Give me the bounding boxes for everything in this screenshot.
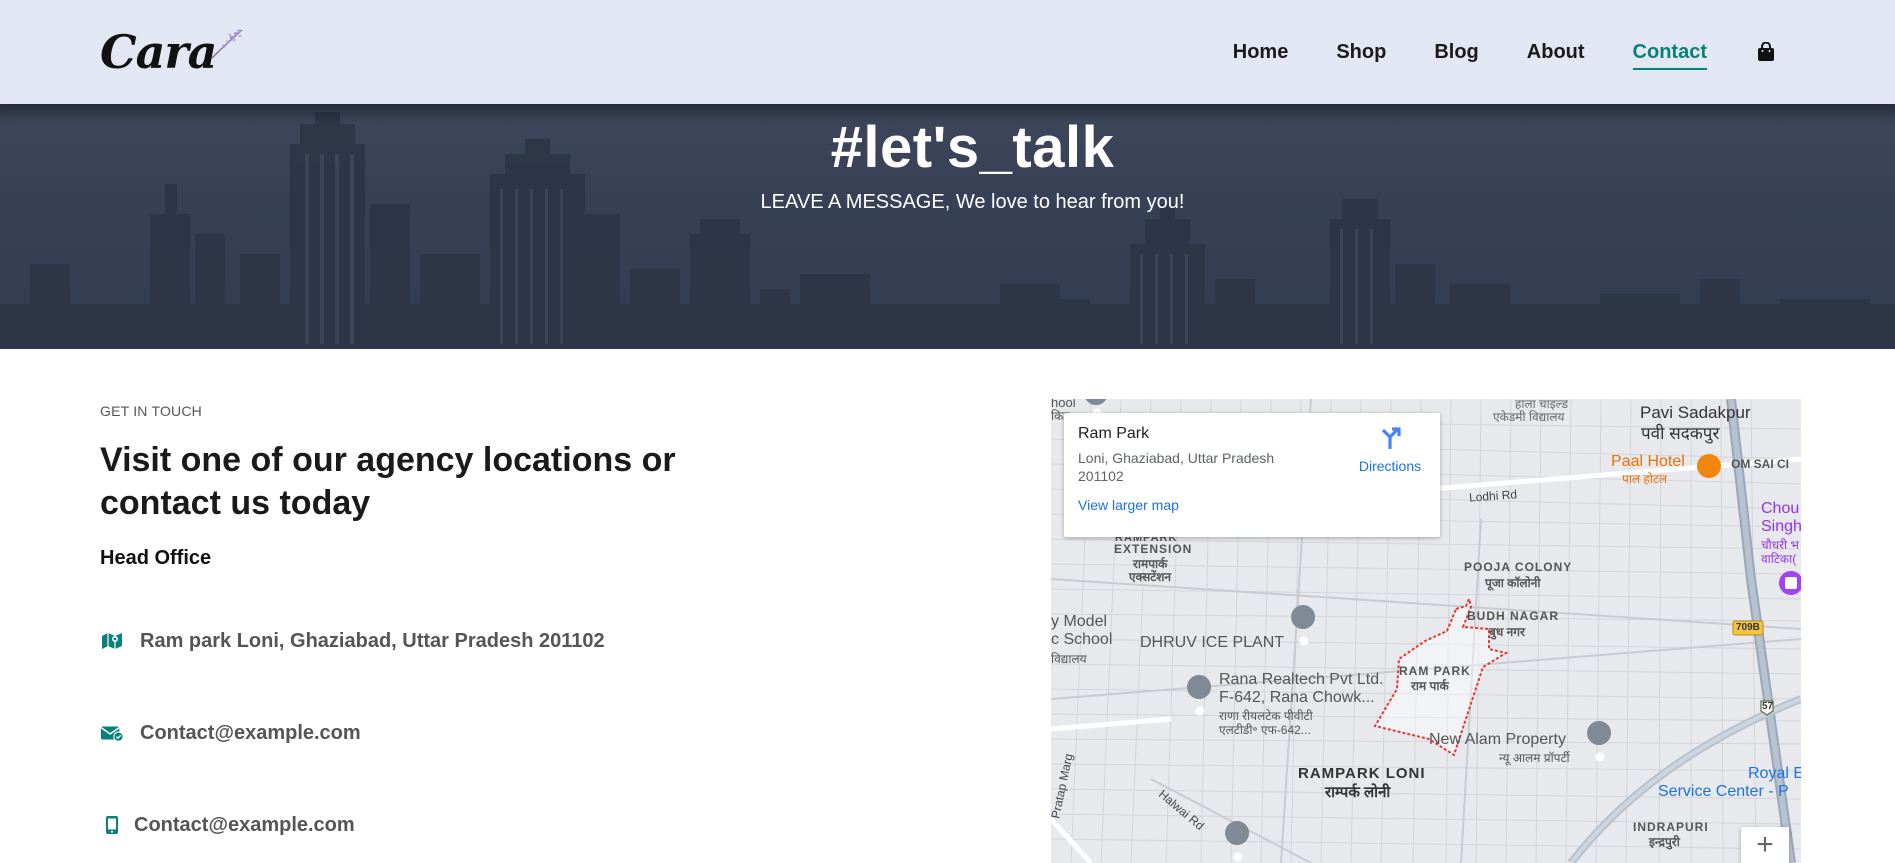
map-icon xyxy=(100,629,124,653)
nav-contact-link[interactable]: Contact xyxy=(1609,41,1731,70)
head-office-heading: Head Office xyxy=(100,547,212,569)
map-label-paal-hi: पाल होटल xyxy=(1622,472,1668,486)
map-label-indrapuri-hi: इन्द्रपुरी xyxy=(1649,835,1680,849)
shopping-bag-icon xyxy=(1758,42,1774,61)
place-info-card: Ram Park Loni, Ghaziabad, Uttar Pradesh … xyxy=(1064,413,1440,537)
map-label-rampark-hi: राम पार्क xyxy=(1411,679,1449,693)
map-label-pavi-en: Pavi Sadakpur xyxy=(1640,403,1751,422)
map-label-ext-hi-2: एक्सटेंशन xyxy=(1129,570,1172,584)
get-in-touch-label: GET IN TOUCH xyxy=(100,403,202,419)
map-label-pooja-en: POOJA COLONY xyxy=(1464,560,1573,574)
map-label-school-3: विद्यालय xyxy=(1051,652,1087,666)
phone-text[interactable]: Contact@example.com xyxy=(134,814,355,837)
cart-button[interactable] xyxy=(1731,42,1795,62)
map-road-57: 57 xyxy=(1762,701,1774,712)
email-item: Contact@example.com xyxy=(100,721,361,745)
hero-title: #let's_talk xyxy=(830,115,1115,180)
directions-icon xyxy=(1381,427,1401,449)
map-label-royal-2: Service Center - P xyxy=(1658,783,1789,800)
map-label-chou-2: Singh xyxy=(1761,518,1801,535)
map-label-omsai: OM SAI CI xyxy=(1731,457,1790,471)
map-label-newalam-hi: न्यू आलम प्रॉपर्टी xyxy=(1499,751,1570,765)
map-label-newalam-en: New Alam Property xyxy=(1429,731,1566,748)
nav-blog-link[interactable]: Blog xyxy=(1410,41,1502,64)
map-label-top-hi-2: एकेडमी विद्यालय xyxy=(1493,410,1565,424)
map-label-school-1: y Model xyxy=(1051,613,1108,630)
contact-headline: Visit one of our agency locations or con… xyxy=(100,441,676,522)
hero-banner: #let's_talk LEAVE A MESSAGE, We love to … xyxy=(0,104,1895,349)
google-map-embed[interactable]: hool किड हाला चाइल्ड एकेडमी विद्यालय Pav… xyxy=(1051,399,1801,863)
zoom-in-button[interactable]: + xyxy=(1741,827,1789,863)
hero-subtitle: LEAVE A MESSAGE, We love to hear from yo… xyxy=(760,191,1185,213)
map-label-indrapuri-en: INDRAPURI xyxy=(1633,820,1709,834)
view-larger-map-link[interactable]: View larger map xyxy=(1078,497,1179,513)
site-header: Cara Home Shop Blog About Contact xyxy=(0,0,1895,104)
map-label-chou-1: Chou xyxy=(1761,500,1800,517)
map-label-dhruv: DHRUV ICE PLANT xyxy=(1140,634,1285,651)
logo-text: Cara xyxy=(100,25,217,79)
map-label-rampark-en: RAM PARK xyxy=(1399,664,1471,678)
phone-icon xyxy=(100,813,124,837)
map-label-rana-2: F-642, Rana Chowk... xyxy=(1219,689,1375,706)
map-label-rploni-hi: राम्पर्क लोनी xyxy=(1325,784,1391,801)
map-label-royal-1: Royal E xyxy=(1748,765,1801,782)
map-label-rploni-en: RAMPARK LONI xyxy=(1298,765,1426,782)
map-label-ext-2: EXTENSION xyxy=(1114,542,1193,556)
map-road-709b: 709B xyxy=(1736,622,1760,633)
nav-shop-link[interactable]: Shop xyxy=(1312,41,1410,64)
contact-details: GET IN TOUCH Visit one of our agency loc… xyxy=(100,349,860,836)
directions-button[interactable]: Directions xyxy=(1350,425,1430,474)
nav-home-link[interactable]: Home xyxy=(1209,41,1313,64)
main-nav: Home Shop Blog About Contact xyxy=(1209,41,1795,70)
lavender-sprig-icon xyxy=(212,29,243,59)
map-label-budh-hi: बुध नगर xyxy=(1489,625,1525,639)
map-label-pavi-hi: पवी सदकपुर xyxy=(1641,424,1720,443)
map-label-rana-1: Rana Realtech Pvt Ltd. xyxy=(1219,671,1384,688)
map-label-pooja-hi: पूजा कॉलोनी xyxy=(1485,576,1541,590)
map-label-chou-4: वाटिका( xyxy=(1761,552,1797,566)
address-text: Ram park Loni, Ghaziabad, Uttar Pradesh … xyxy=(140,629,605,652)
nav-about-link[interactable]: About xyxy=(1503,41,1609,64)
map-label-paal-en: Paal Hotel xyxy=(1611,453,1685,470)
directions-label: Directions xyxy=(1358,458,1422,474)
map-label-rana-4: एलटीडी॰ एफ-642... xyxy=(1219,723,1311,737)
map-label-budh-en: BUDH NAGAR xyxy=(1467,609,1559,623)
place-address: Loni, Ghaziabad, Uttar Pradesh 201102 xyxy=(1078,450,1275,484)
address-item: Ram park Loni, Ghaziabad, Uttar Pradesh … xyxy=(100,629,605,653)
hero-content: #let's_talk LEAVE A MESSAGE, We love to … xyxy=(0,104,1895,214)
email-text[interactable]: Contact@example.com xyxy=(140,722,361,745)
phone-item: Contact@example.com xyxy=(100,813,355,837)
cara-logo[interactable]: Cara xyxy=(100,25,246,79)
map-label-school-2: c School xyxy=(1051,631,1113,648)
envelope-icon xyxy=(100,721,124,745)
